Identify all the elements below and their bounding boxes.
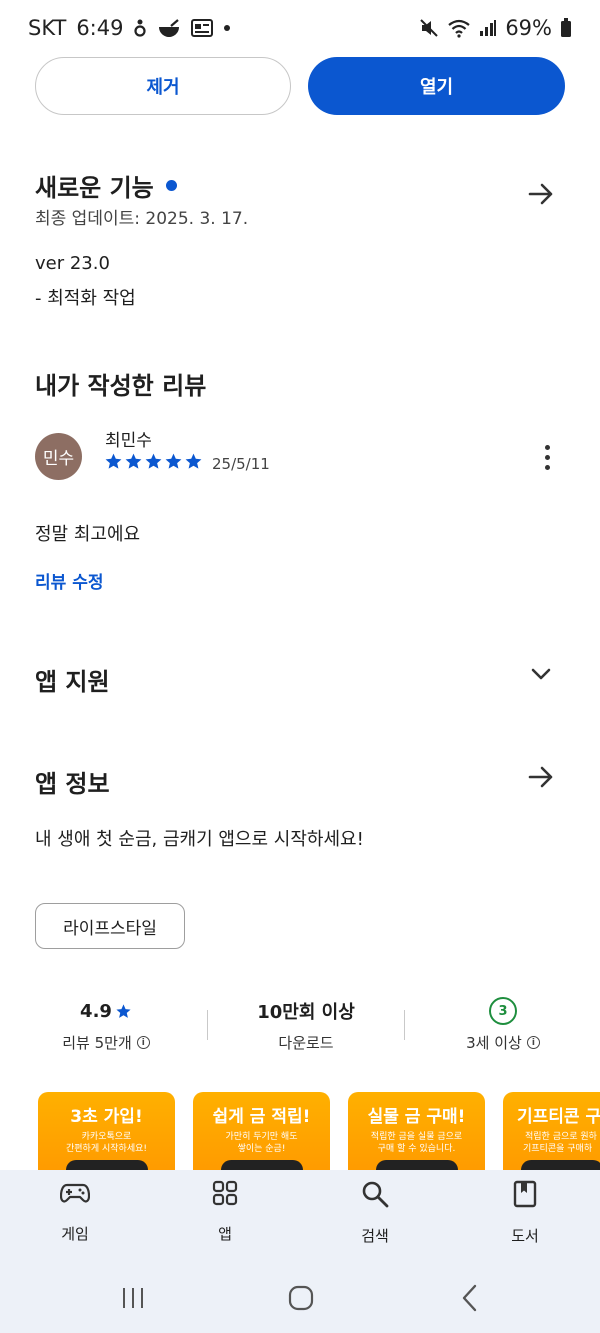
rating-label-row: 리뷰 5만개 i [26,1032,186,1053]
nav-item-search[interactable]: 검색 [325,1180,425,1246]
remove-button[interactable]: 제거 [35,57,291,115]
nav-label-apps: 앱 [218,1225,232,1243]
star-icon [105,453,122,469]
screenshot-desc: 쌓이는 순금! [237,1144,286,1154]
category-chip[interactable]: 라이프스타일 [35,903,185,949]
more-vert-icon[interactable] [530,440,564,474]
signal-icon [479,19,497,37]
screenshot-title: 기프티콘 구 [517,1107,600,1127]
info-icon: i [136,1036,150,1049]
age-rating-label: 3세 이상 [466,1034,522,1052]
app-description: 내 생애 첫 순금, 금캐기 앱으로 시작하세요! [35,829,364,850]
star-icon [145,453,162,469]
downloads-stat: 10만회 이상 다운로드 [226,996,386,1053]
info-icon: i [526,1036,540,1049]
app-info-title[interactable]: 앱 정보 [35,764,110,799]
screenshot-card[interactable]: 실물 금 구매! 적립한 금을 실물 금으로 구매 할 수 있습니다. [348,1092,485,1182]
status-left: SKT 6:49 [28,16,231,40]
nav-label-search: 검색 [361,1227,389,1245]
screenshot-desc: 카카오톡으로 [81,1132,132,1142]
home-icon[interactable] [281,1283,321,1313]
screenshot-card[interactable]: 기프티콘 구 적립한 금으로 원하 기프티콘을 구매하 [503,1092,600,1182]
screenshot-desc: 기프티콘을 구매하 [523,1144,593,1154]
screenshot-title: 쉽게 금 적립! [212,1107,311,1127]
rating-value: 4.9 [80,1000,112,1022]
rating-stat[interactable]: 4.9 리뷰 5만개 i [26,996,186,1053]
screenshot-desc: 구매 할 수 있습니다. [377,1144,456,1154]
nav-label-books: 도서 [511,1227,539,1245]
wifi-icon [447,18,471,38]
carrier-label: SKT [28,16,67,40]
star-icon [165,453,182,469]
battery-icon [560,18,572,38]
whats-new-arrow-icon[interactable] [519,172,563,216]
reviewer-name: 최민수 [105,431,152,451]
rating-count-label: 리뷰 5만개 [62,1034,132,1052]
app-support-title[interactable]: 앱 지원 [35,662,110,697]
screenshot-desc: 적립한 금으로 원하 [525,1132,597,1142]
status-bar: SKT 6:49 69% [0,0,600,56]
rating-value-row: 4.9 [26,996,186,1026]
screenshot-title: 3초 가입! [70,1107,143,1127]
screenshot-desc: 적립한 금을 실물 금으로 [370,1132,463,1142]
star-icon [185,453,202,469]
gamepad-icon [60,1183,90,1203]
nav-item-books[interactable]: 도서 [475,1180,575,1246]
my-review-title: 내가 작성한 리뷰 [35,372,207,400]
open-button[interactable]: 열기 [308,57,565,115]
downloads-label: 다운로드 [278,1034,334,1052]
star-icon [116,1003,131,1018]
last-updated: 최종 업데이트: 2025. 3. 17. [35,209,249,229]
news-icon [191,19,214,37]
release-notes: - 최적화 작업 [35,288,136,309]
screenshot-card[interactable]: 3초 가입! 카카오톡으로 간편하게 시작하세요! [38,1092,175,1182]
status-right: 69% [419,16,572,40]
age-badge-row: 3 [423,996,583,1026]
age-rating-badge: 3 [489,997,517,1025]
whats-new-header[interactable]: 새로운 기능 [35,168,177,203]
screenshot-title: 실물 금 구매! [367,1107,466,1127]
star-rating [104,452,203,471]
dot-icon [223,24,231,32]
whats-new-title: 새로운 기능 [35,174,154,202]
stat-divider [207,1010,208,1040]
edit-review-link[interactable]: 리뷰 수정 [35,568,103,593]
back-icon[interactable] [450,1283,490,1313]
review-date: 25/5/11 [212,455,270,473]
review-text: 정말 최고에요 [35,524,141,545]
bowl-icon [157,18,181,38]
nav-label-games: 게임 [61,1225,89,1243]
stat-divider [404,1010,405,1040]
apps-grid-icon [212,1180,238,1206]
nav-item-games[interactable]: 게임 [25,1180,125,1244]
recent-apps-icon[interactable] [113,1283,153,1313]
search-icon [362,1181,389,1208]
screenshot-desc: 간편하게 시작하세요! [66,1144,147,1154]
notification-icon [133,18,147,38]
chevron-down-icon[interactable] [519,652,563,696]
battery-level: 69% [505,16,552,40]
star-icon [125,453,142,469]
mute-icon [419,18,439,38]
app-info-arrow-icon[interactable] [519,755,563,799]
version-text: ver 23.0 [35,253,110,274]
screenshot-card[interactable]: 쉽게 금 적립! 가만히 두기만 해도 쌓이는 순금! [193,1092,330,1182]
nav-item-apps[interactable]: 앱 [175,1180,275,1244]
screenshot-desc: 가만히 두기만 해도 [225,1132,298,1142]
clock: 6:49 [76,16,124,40]
age-rating-stat[interactable]: 3 3세 이상 i [423,996,583,1053]
avatar: 민수 [35,433,82,480]
downloads-value: 10만회 이상 [257,1002,355,1023]
book-icon [513,1180,537,1208]
new-indicator-dot [165,179,177,191]
age-label-row: 3세 이상 i [423,1032,583,1053]
